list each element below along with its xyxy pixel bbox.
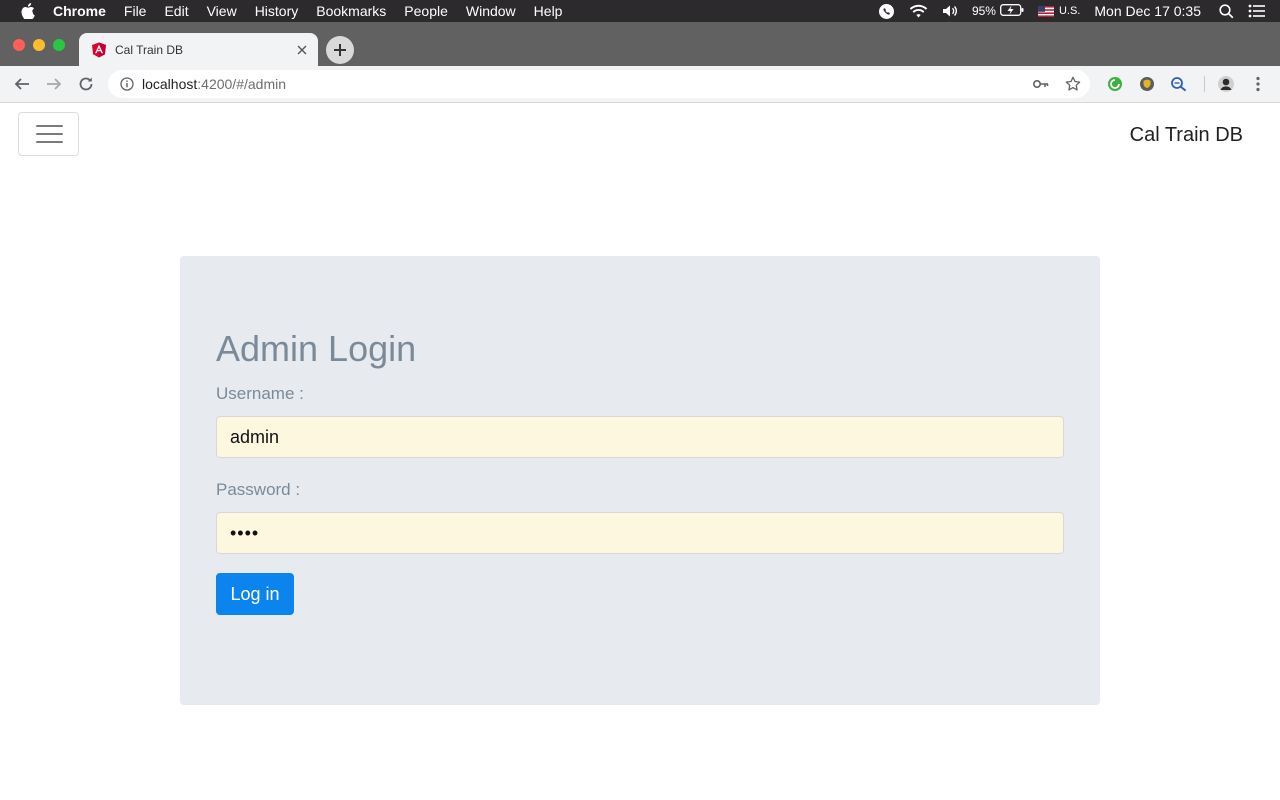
- input-source-label: U.S.: [1058, 5, 1081, 17]
- notification-center-icon[interactable]: [1248, 4, 1266, 18]
- password-input[interactable]: [216, 512, 1064, 554]
- menu-file[interactable]: File: [124, 0, 147, 22]
- menu-app-name[interactable]: Chrome: [53, 0, 106, 22]
- page-content: Cal Train DB Admin Login Username : Pass…: [0, 103, 1280, 800]
- browser-toolbar: localhost:4200/#/admin: [0, 66, 1280, 103]
- navbar-toggle-button[interactable]: [18, 112, 79, 156]
- menu-history[interactable]: History: [255, 0, 299, 22]
- window-minimize-button[interactable]: [33, 39, 45, 51]
- login-title: Admin Login: [216, 328, 417, 369]
- battery-percent: 95%: [971, 4, 996, 18]
- url-text[interactable]: localhost:4200/#/admin: [142, 76, 1032, 92]
- angular-favicon-icon: [91, 42, 107, 58]
- url-host: localhost: [142, 76, 198, 92]
- hamburger-icon-line-2: [36, 133, 63, 135]
- hamburger-icon-line-1: [36, 125, 63, 127]
- login-button[interactable]: Log in: [216, 573, 294, 615]
- extension-magnifier-icon[interactable]: [1169, 74, 1189, 94]
- login-panel: Admin Login Username : Password : Log in: [180, 256, 1100, 705]
- username-label: Username :: [216, 384, 304, 403]
- viber-icon[interactable]: [878, 3, 895, 20]
- menu-bookmarks[interactable]: Bookmarks: [316, 0, 386, 22]
- window-zoom-button[interactable]: [53, 39, 65, 51]
- menu-clock[interactable]: Mon Dec 17 0:35: [1094, 3, 1201, 19]
- username-input[interactable]: [216, 416, 1064, 458]
- volume-icon[interactable]: [942, 4, 958, 18]
- window-close-button[interactable]: [13, 39, 25, 51]
- extension-green-icon[interactable]: [1105, 74, 1125, 94]
- extension-shield-icon[interactable]: [1137, 74, 1157, 94]
- hamburger-icon-line-3: [36, 141, 63, 143]
- menu-window[interactable]: Window: [466, 0, 516, 22]
- menu-view[interactable]: View: [207, 0, 237, 22]
- wifi-icon[interactable]: [909, 4, 928, 18]
- battery-status[interactable]: 95%: [972, 3, 1024, 19]
- us-flag-icon: [1037, 5, 1054, 17]
- navbar-brand[interactable]: Cal Train DB: [1130, 124, 1243, 147]
- back-arrow-icon[interactable]: [12, 74, 32, 94]
- menu-people[interactable]: People: [404, 0, 448, 22]
- apple-icon[interactable]: [19, 2, 37, 20]
- address-bar[interactable]: localhost:4200/#/admin: [108, 70, 1090, 98]
- forward-arrow-icon[interactable]: [44, 74, 64, 94]
- site-info-icon[interactable]: [119, 76, 135, 92]
- new-tab-button[interactable]: [326, 36, 354, 64]
- tab-title: Cal Train DB: [115, 42, 184, 57]
- reload-icon[interactable]: [76, 74, 96, 94]
- password-label: Password :: [216, 480, 301, 499]
- input-source[interactable]: U.S.: [1037, 5, 1081, 17]
- spotlight-search-icon[interactable]: [1219, 3, 1234, 19]
- menu-help[interactable]: Help: [534, 0, 563, 22]
- url-path: :4200/#/admin: [197, 76, 286, 92]
- browser-tab-active[interactable]: Cal Train DB: [79, 33, 318, 66]
- macos-menu-bar: Chrome File Edit View History Bookmarks …: [0, 0, 1280, 22]
- toolbar-separator: [1204, 76, 1205, 92]
- browser-tab-strip: Cal Train DB: [0, 22, 1280, 66]
- profile-avatar-icon[interactable]: [1216, 74, 1236, 94]
- bookmark-star-icon[interactable]: [1064, 75, 1082, 93]
- key-icon[interactable]: [1032, 75, 1050, 93]
- battery-charging-icon: [1000, 3, 1024, 19]
- plus-icon: [334, 44, 346, 56]
- chrome-menu-icon[interactable]: [1248, 74, 1268, 94]
- tab-close-icon[interactable]: [294, 42, 310, 58]
- menu-edit[interactable]: Edit: [164, 0, 188, 22]
